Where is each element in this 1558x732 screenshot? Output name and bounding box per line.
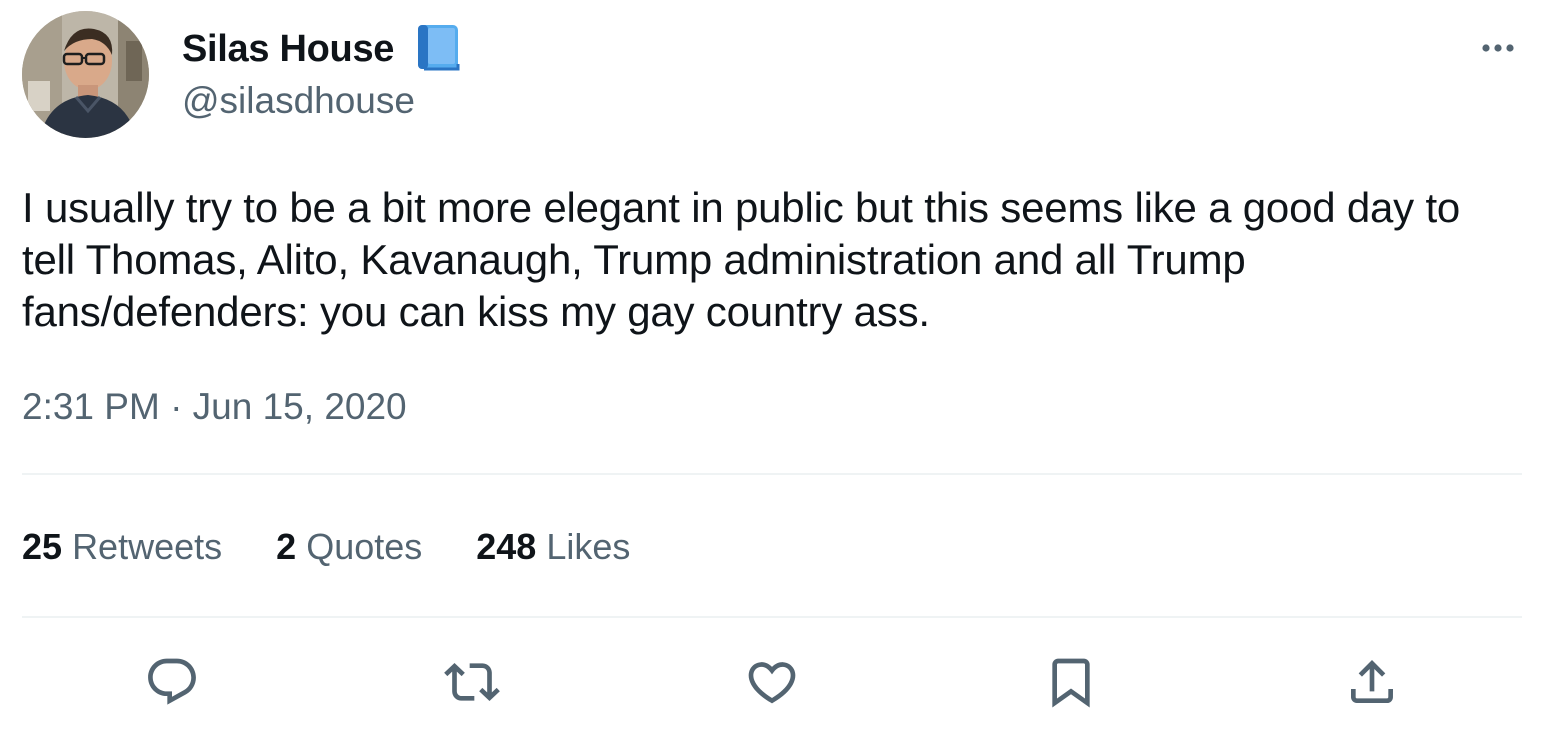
heart-icon xyxy=(748,662,796,704)
quotes-count: 2 xyxy=(276,526,297,567)
profile-photo-icon xyxy=(22,11,149,138)
engagement-stats: 25 Retweets 2 Quotes 248 Likes xyxy=(22,523,684,571)
user-handle[interactable]: @silasdhouse xyxy=(182,78,415,124)
avatar[interactable] xyxy=(22,11,149,138)
reply-icon xyxy=(148,658,196,705)
tweet-card: Silas House @silasdhouse I usually try t… xyxy=(0,0,1558,732)
likes-label: Likes xyxy=(546,526,631,567)
retweets-label: Retweets xyxy=(72,526,223,567)
share-icon xyxy=(1351,660,1393,703)
more-options-button[interactable] xyxy=(1476,30,1520,66)
tweet-text: I usually try to be a bit more elegant i… xyxy=(22,184,1461,335)
retweet-icon xyxy=(444,663,500,701)
likes-count: 248 xyxy=(476,526,537,567)
bookmark-icon xyxy=(1052,658,1090,708)
tweet-timestamp[interactable]: 2:31 PM · Jun 15, 2020 xyxy=(22,384,407,430)
bookmark-button[interactable] xyxy=(1041,652,1101,712)
reply-button[interactable] xyxy=(142,652,202,712)
retweet-button[interactable] xyxy=(442,652,502,712)
retweets-stat[interactable]: 25 Retweets xyxy=(22,523,222,571)
display-name[interactable]: Silas House xyxy=(182,26,394,72)
blue-book-icon xyxy=(414,22,462,72)
more-icon xyxy=(1482,44,1514,52)
divider xyxy=(22,473,1522,475)
retweets-count: 25 xyxy=(22,526,63,567)
likes-stat[interactable]: 248 Likes xyxy=(476,523,630,571)
quotes-label: Quotes xyxy=(306,526,423,567)
like-button[interactable] xyxy=(742,652,802,712)
share-button[interactable] xyxy=(1342,652,1402,712)
divider xyxy=(22,616,1522,618)
quotes-stat[interactable]: 2 Quotes xyxy=(276,523,422,571)
